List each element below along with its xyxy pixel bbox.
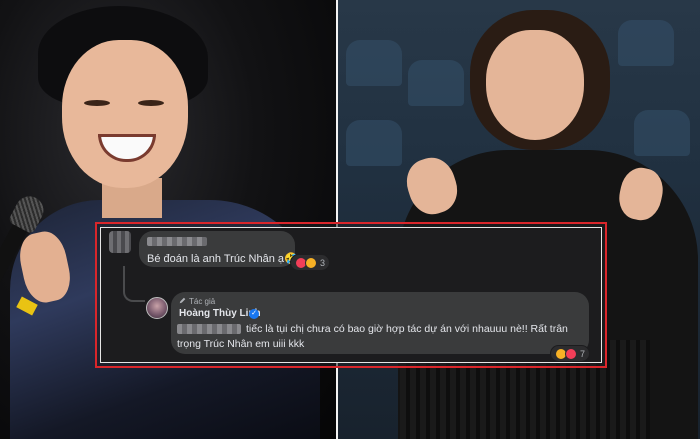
pen-icon xyxy=(179,298,186,304)
right-person-face xyxy=(486,30,584,140)
reaction-count: 3 xyxy=(320,257,326,268)
blurred-mention xyxy=(177,324,241,334)
left-photo xyxy=(0,0,336,439)
reply-text-line1: tiếc là tụi chị chưa có bao giờ hợp tác … xyxy=(246,323,568,335)
reply-text-line2: trọng Trúc Nhân em uiii kkk xyxy=(177,338,305,350)
theater-seat xyxy=(408,60,464,106)
theater-seat xyxy=(346,120,402,166)
author-badge-label: Tác giả xyxy=(189,297,216,306)
verified-icon: ✓ xyxy=(249,309,259,319)
top-comment-text: Bé đoán là anh Trúc Nhân ạ🤣 xyxy=(147,253,298,265)
author-avatar[interactable] xyxy=(146,297,168,319)
reply-thread-line xyxy=(123,266,145,302)
left-person-eye xyxy=(138,100,164,106)
author-badge: Tác giả xyxy=(179,297,215,306)
reaction-count: 7 xyxy=(580,348,586,359)
care-reaction-icon xyxy=(305,256,317,269)
comment-highlight-frame: Bé đoán là anh Trúc Nhân ạ🤣 3 Tác giả Ho… xyxy=(95,222,607,368)
reply-reactions[interactable]: 7 xyxy=(551,346,590,361)
theater-seat xyxy=(634,110,690,156)
left-person-face xyxy=(62,40,188,188)
top-comment-reactions[interactable]: 3 xyxy=(291,255,330,270)
heart-reaction-icon xyxy=(565,347,577,360)
top-comment-bubble: Bé đoán là anh Trúc Nhân ạ🤣 xyxy=(139,231,298,267)
comment-panel: Bé đoán là anh Trúc Nhân ạ🤣 3 Tác giả Ho… xyxy=(100,227,602,363)
blurred-avatar xyxy=(109,231,131,253)
theater-seat xyxy=(346,40,402,86)
blurred-username xyxy=(147,237,207,246)
theater-seat xyxy=(618,20,674,66)
left-person-eye xyxy=(84,100,110,106)
